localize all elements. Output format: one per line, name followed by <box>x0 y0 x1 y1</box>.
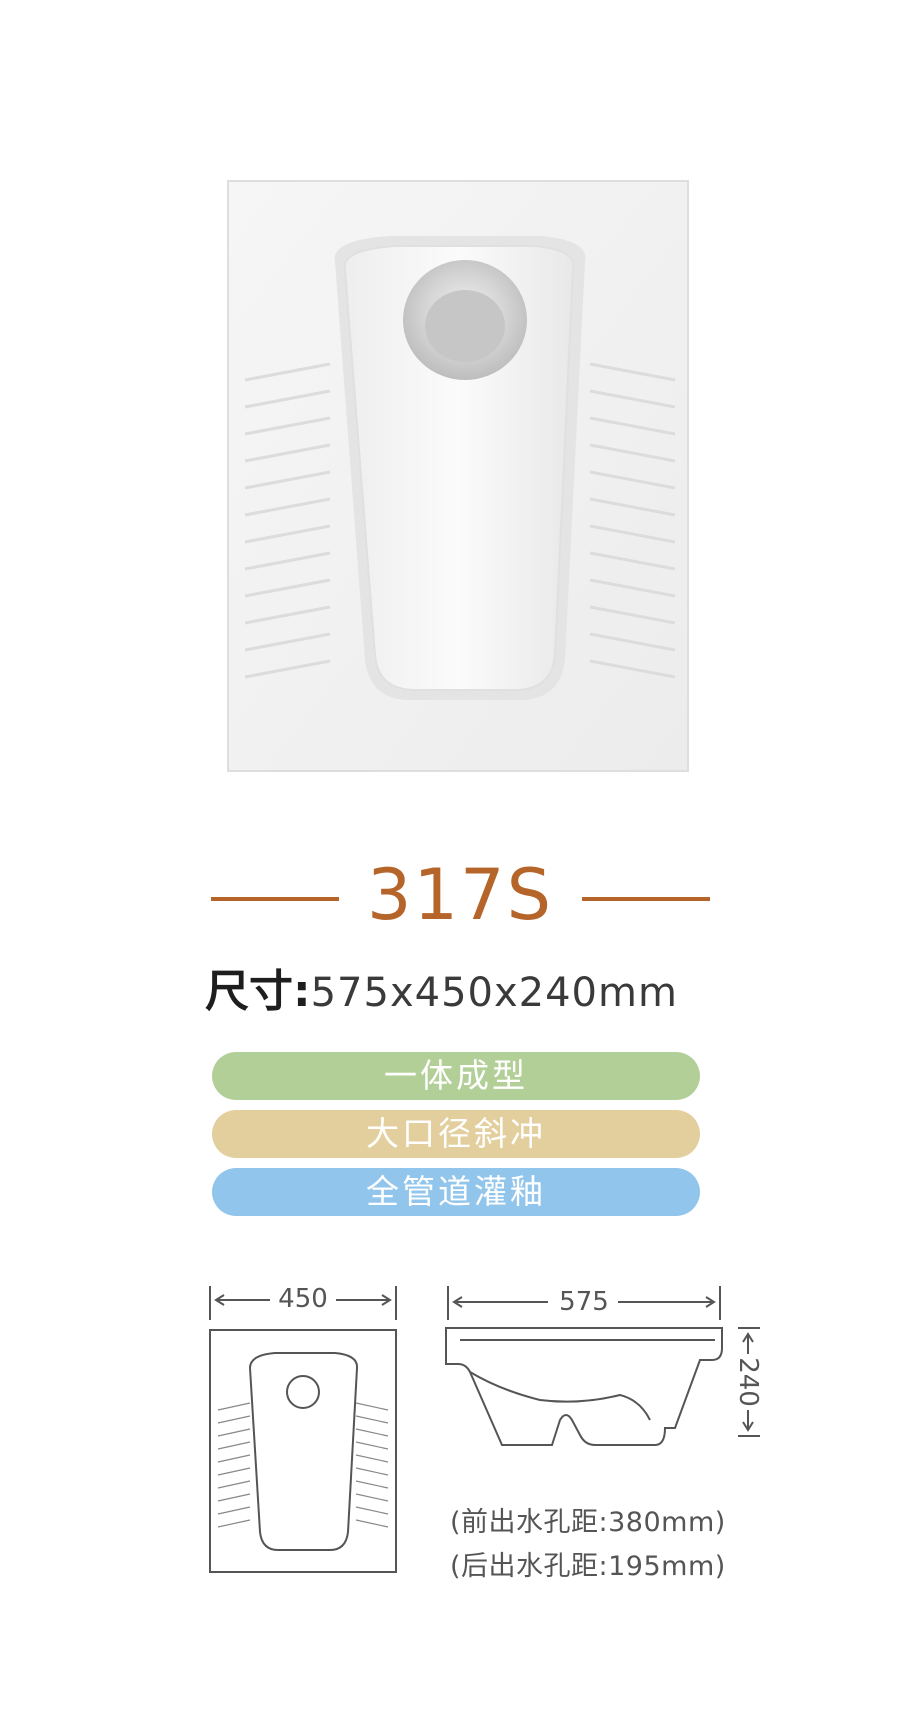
ridge-line <box>355 1428 389 1437</box>
model-number: 317S <box>366 854 554 936</box>
ridge-line <box>355 1480 389 1489</box>
rear-outlet-spec: (后出水孔距:195mm) <box>450 1551 726 1582</box>
ridge-line <box>355 1467 389 1476</box>
ridge-line <box>217 1454 251 1463</box>
ridge-line <box>217 1480 251 1489</box>
product-photo <box>227 180 689 772</box>
size-value: 575x450x240mm <box>310 970 678 1016</box>
ridge-line <box>217 1493 251 1502</box>
technical-drawings: 450 575 240 <box>209 1284 763 1573</box>
ridge-line <box>217 1415 251 1424</box>
size-label: 尺寸: <box>205 966 311 1017</box>
title-rule-left <box>211 897 339 901</box>
ridge-line <box>355 1493 389 1502</box>
feature-pill-2: 大口径斜冲 <box>212 1110 700 1158</box>
ridge-line <box>217 1441 251 1450</box>
ridge-line <box>217 1402 251 1411</box>
feature-pill-3: 全管道灌釉 <box>212 1168 700 1216</box>
ridge-line <box>217 1519 251 1528</box>
side-height-label: 240 <box>733 1357 763 1407</box>
ridge-line <box>217 1428 251 1437</box>
ridge-line <box>355 1506 389 1515</box>
ridge-line <box>355 1402 389 1411</box>
ridge-line <box>355 1441 389 1450</box>
front-outlet-spec: (前出水孔距:380mm) <box>450 1507 726 1538</box>
top-width-label: 450 <box>278 1284 328 1314</box>
ridge-line <box>217 1467 251 1476</box>
ridge-line <box>355 1519 389 1528</box>
ridge-line <box>355 1454 389 1463</box>
side-length-label: 575 <box>559 1287 609 1317</box>
feature-pill-1: 一体成型 <box>212 1052 700 1100</box>
size-row: 尺寸:575x450x240mm <box>205 962 678 1031</box>
ridge-line <box>217 1506 251 1515</box>
ridge-line <box>355 1415 389 1424</box>
title-rule-right <box>582 897 710 901</box>
